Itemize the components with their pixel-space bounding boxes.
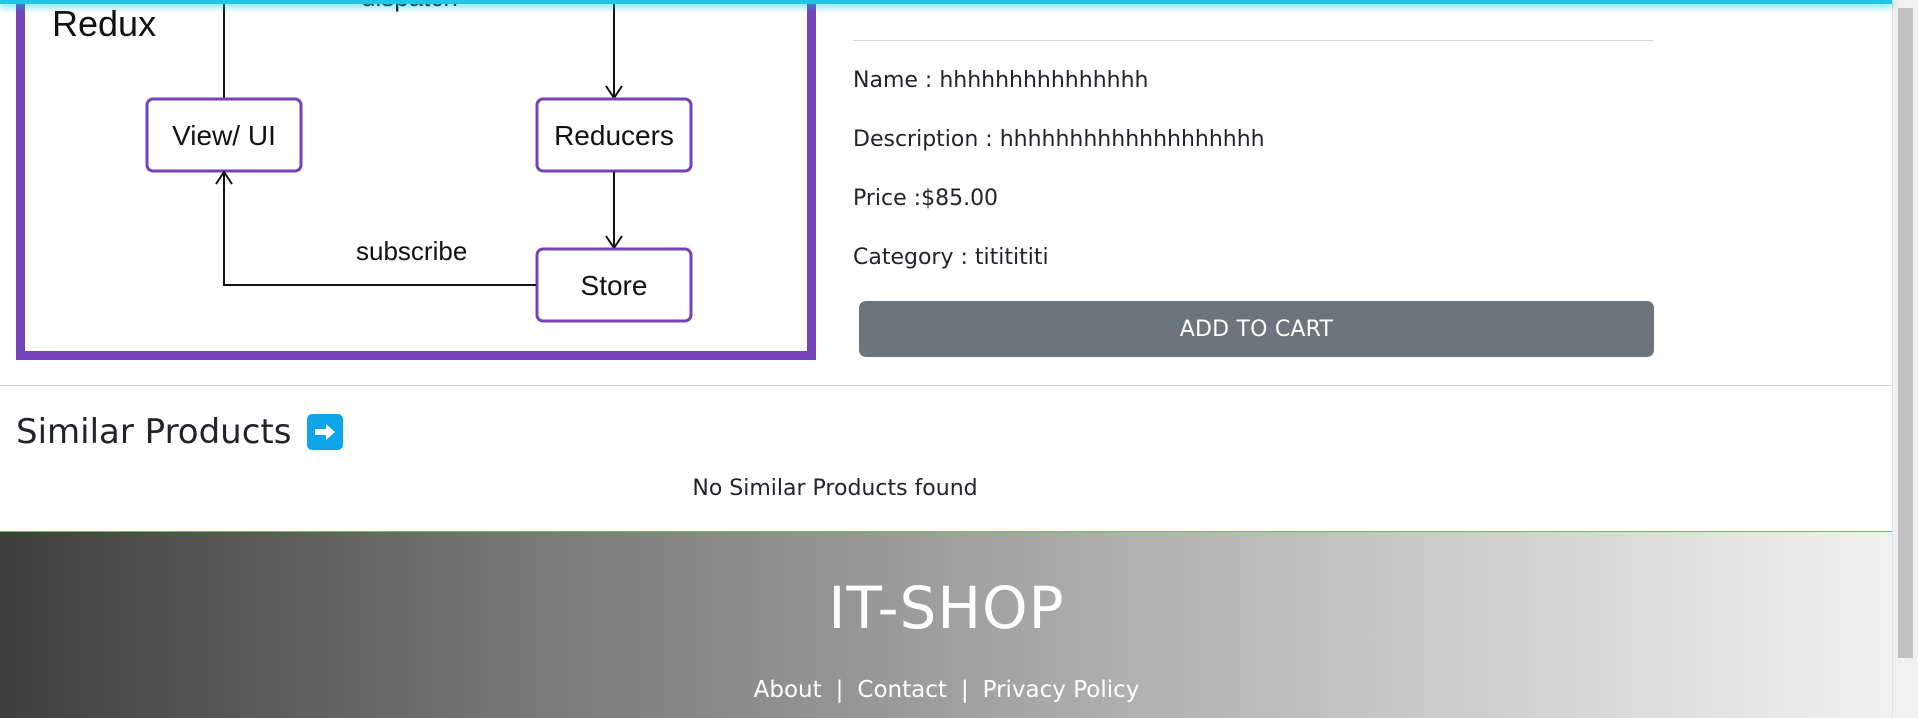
product-price-label: Price : [853, 186, 922, 211]
footer-link-privacy-policy[interactable]: Privacy Policy [983, 677, 1140, 703]
node-store-label: Store [581, 270, 648, 301]
footer-separator: | [835, 677, 844, 703]
section-divider [0, 385, 1892, 386]
node-reducers-label: Reducers [554, 120, 674, 151]
scrollbar-thumb[interactable] [1898, 8, 1913, 658]
edge-label-subscribe: subscribe [356, 236, 467, 266]
diagram-title: Redux [52, 3, 156, 44]
product-category-value: tititititi [974, 245, 1049, 270]
details-divider [853, 40, 1653, 41]
product-description: Description : hhhhhhhhhhhhhhhhhhh [853, 127, 1265, 152]
image-border [16, 0, 816, 360]
product-image: Redux dispatch View/ UI Reducers Store s… [16, 0, 816, 360]
product-price: Price :$85.00 [853, 186, 998, 211]
footer-brand: IT-SHOP [828, 574, 1065, 642]
right-arrow-icon [307, 414, 344, 450]
footer-separator: | [960, 677, 969, 703]
add-to-cart-button[interactable]: ADD TO CART [859, 301, 1654, 357]
product-description-value: hhhhhhhhhhhhhhhhhhh [999, 127, 1265, 152]
node-view-ui-label: View/ UI [172, 120, 276, 151]
no-similar-message: No Similar Products found [692, 476, 978, 501]
product-name: Name : hhhhhhhhhhhhhhh [853, 68, 1148, 93]
similar-products-heading: Similar Products [16, 412, 344, 452]
footer-link-contact[interactable]: Contact [857, 677, 946, 703]
footer-link-about[interactable]: About [754, 677, 822, 703]
product-category: Category : tititititi [853, 245, 1049, 270]
product-category-label: Category : [853, 245, 975, 270]
footer: IT-SHOP About | Contact | Privacy Policy [0, 531, 1893, 718]
product-description-label: Description : [853, 127, 1000, 152]
vertical-scrollbar[interactable] [1892, 0, 1918, 718]
product-name-value: hhhhhhhhhhhhhhh [939, 68, 1149, 93]
product-name-label: Name : [853, 68, 940, 93]
navbar-edge [0, 0, 1892, 4]
page: Redux dispatch View/ UI Reducers Store s… [0, 0, 1918, 718]
footer-links: About | Contact | Privacy Policy [0, 677, 1893, 703]
product-price-value: $85.00 [921, 186, 999, 211]
similar-products-title: Similar Products [16, 412, 292, 452]
